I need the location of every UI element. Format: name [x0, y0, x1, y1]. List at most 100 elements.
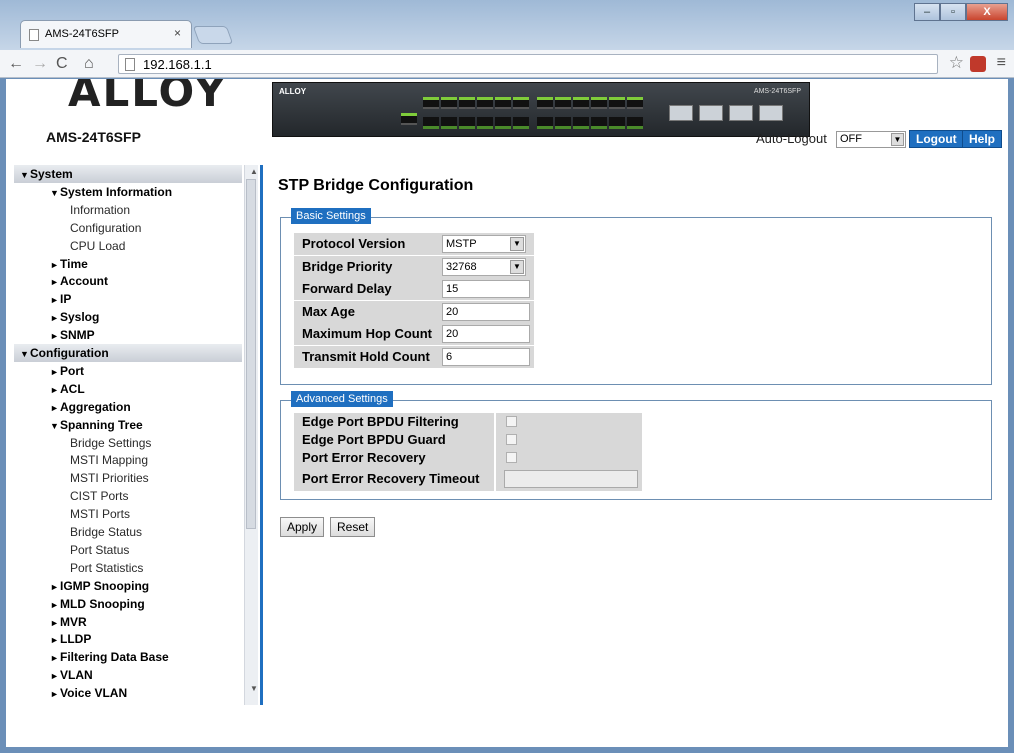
sidebar-scroll-thumb[interactable] [246, 179, 256, 529]
sidebar-item[interactable]: Bridge Settings [14, 434, 242, 452]
setting-select[interactable]: MSTP ▼ [442, 235, 526, 253]
sidebar-item-label: ACL [60, 381, 85, 396]
forward-icon[interactable]: → [32, 54, 48, 74]
sidebar-item[interactable]: ►Aggregation [14, 398, 242, 416]
page-icon [125, 58, 135, 71]
address-bar[interactable]: 192.168.1.1 [118, 54, 938, 74]
scroll-down-icon[interactable]: ▼ [250, 684, 258, 693]
sidebar-item[interactable]: ►LLDP [14, 630, 242, 648]
sidebar-item-label: Spanning Tree [60, 417, 143, 432]
help-button[interactable]: Help [962, 130, 1003, 148]
sidebar-item[interactable]: ►Port [14, 362, 242, 380]
browser-tab[interactable]: AMS-24T6SFP × [20, 20, 192, 48]
sidebar-item[interactable]: ►ACL [14, 380, 242, 398]
sidebar-item-label: CPU Load [70, 238, 126, 253]
sidebar-item[interactable]: ►IP [14, 290, 242, 308]
collapsed-arrow-icon: ► [50, 689, 59, 700]
setting-checkbox[interactable] [506, 434, 517, 445]
close-window-button[interactable]: X [966, 3, 1008, 21]
sidebar-item[interactable]: ►Syslog [14, 308, 242, 326]
advanced-settings-legend: Advanced Settings [291, 391, 393, 407]
back-icon[interactable]: ← [8, 54, 24, 74]
minimize-button[interactable]: – [914, 3, 940, 21]
sidebar-item-label: CIST Ports [70, 489, 129, 504]
tab-close-icon[interactable]: × [174, 26, 181, 40]
browser-titlebar: AMS-24T6SFP × – ▫ X [0, 0, 1014, 50]
new-tab-button[interactable] [192, 26, 234, 44]
sidebar-item[interactable]: Configuration [14, 219, 242, 237]
setting-checkbox[interactable] [506, 452, 517, 463]
reset-button[interactable]: Reset [330, 517, 376, 537]
setting-input[interactable]: 15 [442, 280, 530, 299]
sidebar-item-label: MVR [60, 614, 87, 629]
setting-input[interactable] [504, 470, 638, 488]
setting-select[interactable]: 32768 ▼ [442, 257, 526, 276]
maximize-button[interactable]: ▫ [940, 3, 966, 21]
window-bottom-border [0, 747, 1014, 753]
sidebar-item[interactable]: MSTI Ports [14, 505, 242, 523]
sidebar-item[interactable]: Port Status [14, 541, 242, 559]
port-row-bottom [423, 117, 645, 129]
setting-label: Bridge Priority [294, 255, 438, 278]
scroll-up-icon[interactable]: ▲ [250, 167, 258, 176]
sidebar-item-label: Filtering Data Base [60, 650, 169, 665]
sidebar-item[interactable]: ►MLD Snooping [14, 595, 242, 613]
sidebar-item[interactable]: CIST Ports [14, 487, 242, 505]
setting-input[interactable]: 20 [442, 302, 530, 321]
setting-label: Protocol Version [294, 233, 438, 255]
auto-logout-label: Auto-Logout [756, 131, 827, 146]
sidebar-item-label: Configuration [70, 220, 142, 235]
setting-input[interactable]: 20 [442, 325, 530, 344]
sidebar-item-label: VLAN [60, 668, 93, 683]
setting-value-cell: 15 [438, 278, 534, 301]
sidebar-item[interactable]: ►Account [14, 272, 242, 290]
sidebar-item[interactable]: ▼Spanning Tree [14, 416, 242, 434]
sidebar-item[interactable]: ►Voice VLAN [14, 684, 242, 702]
home-icon[interactable]: ⌂ [84, 54, 94, 74]
collapsed-arrow-icon: ► [50, 671, 59, 682]
sidebar-item[interactable]: ▼System Information [14, 183, 242, 201]
sidebar-item[interactable]: ►VLAN [14, 666, 242, 684]
divider [260, 165, 263, 705]
sidebar-item[interactable]: Bridge Status [14, 523, 242, 541]
sidebar-item[interactable]: MSTI Priorities [14, 469, 242, 487]
extension-icon[interactable] [970, 56, 986, 72]
bookmark-star-icon[interactable]: ☆ [949, 53, 964, 73]
sidebar-item-label: Port Statistics [70, 560, 144, 575]
sidebar-item-label: Voice VLAN [60, 686, 128, 701]
sidebar-item-label: LLDP [60, 632, 92, 647]
setting-input[interactable]: 6 [442, 348, 530, 366]
sidebar-item[interactable]: ►IGMP Snooping [14, 577, 242, 595]
menu-icon[interactable]: ≡ [997, 54, 1006, 72]
setting-value-cell [496, 431, 642, 449]
reload-icon[interactable]: C [56, 54, 68, 74]
apply-button[interactable]: Apply [280, 517, 325, 537]
setting-value-cell: MSTP ▼ [438, 233, 534, 255]
setting-value-cell: 6 [438, 346, 534, 368]
setting-value: 6 [446, 351, 453, 363]
sidebar-item[interactable]: Information [14, 201, 242, 219]
expanded-arrow-icon: ▼ [50, 187, 59, 198]
sidebar-item[interactable]: ▼System [14, 165, 242, 183]
tab-title: AMS-24T6SFP [45, 28, 119, 40]
sidebar-item[interactable]: ►SNMP [14, 326, 242, 344]
collapsed-arrow-icon: ► [50, 295, 59, 306]
setting-value-cell [496, 449, 642, 467]
collapsed-arrow-icon: ► [50, 653, 59, 664]
setting-value-cell: 20 [438, 323, 534, 346]
sidebar-item-label: MSTI Priorities [70, 471, 149, 486]
auto-logout-select[interactable]: OFF ▼ [836, 131, 906, 148]
sidebar-item-label: Account [60, 274, 108, 289]
sidebar-item[interactable]: CPU Load [14, 237, 242, 255]
sidebar-item[interactable]: ►MVR [14, 613, 242, 631]
sidebar-item-label: Information [70, 202, 131, 217]
sidebar-item[interactable]: ►Filtering Data Base [14, 648, 242, 666]
sidebar-item[interactable]: MSTI Mapping [14, 451, 242, 469]
sidebar-item[interactable]: Port Statistics [14, 559, 242, 577]
setting-checkbox[interactable] [506, 416, 517, 427]
sidebar-item[interactable]: ►Time [14, 255, 242, 273]
logout-button[interactable]: Logout [909, 130, 964, 148]
sidebar-item-label: MSTI Mapping [70, 453, 149, 468]
sidebar-item[interactable]: ▼Configuration [14, 344, 242, 362]
collapsed-arrow-icon: ► [50, 581, 59, 592]
